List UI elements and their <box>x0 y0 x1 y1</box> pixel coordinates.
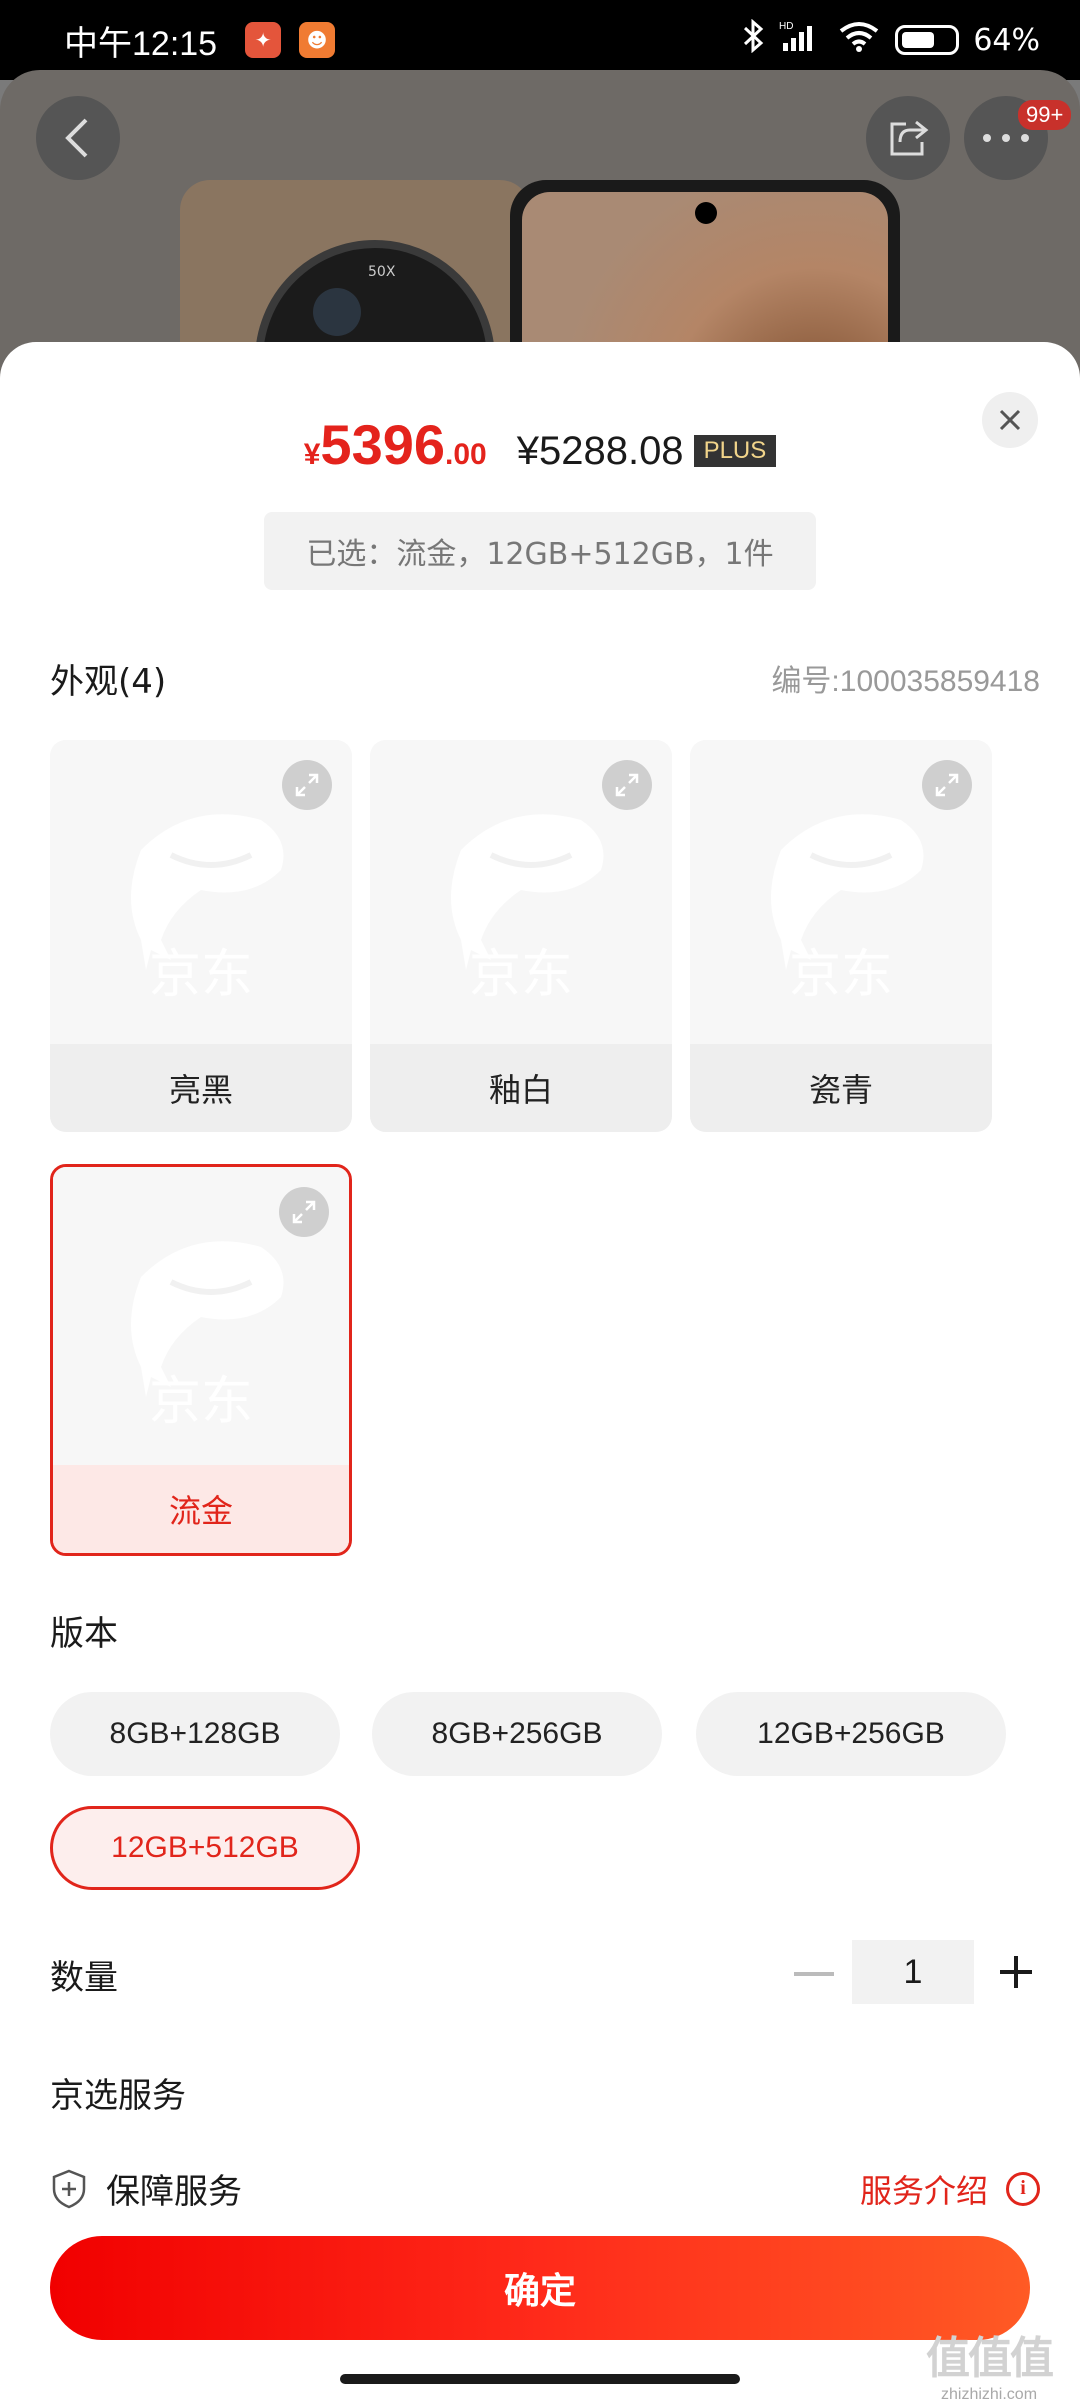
price-currency-symbol: ¥ <box>303 438 321 471</box>
more-dots-icon <box>983 134 1029 142</box>
battery-fill <box>902 32 935 48</box>
bluetooth-icon <box>743 18 765 61</box>
version-option-8-256[interactable]: 8GB+256GB <box>372 1692 662 1776</box>
svg-text:HD: HD <box>779 21 793 32</box>
plus-member-price: ¥5288.08 <box>516 429 684 473</box>
color-option-white[interactable]: 京东 釉白 <box>370 740 672 1132</box>
jd-services-title: 京选服务 <box>50 2076 186 2116</box>
quantity-increase-button[interactable] <box>996 1952 1036 1992</box>
color-option-black[interactable]: 京东 亮黑 <box>50 740 352 1132</box>
color-option-label: 亮黑 <box>50 1044 352 1132</box>
site-watermark-logo: 值值值 <box>926 2334 1054 2383</box>
jd-watermark-text: 京东 <box>789 945 893 1000</box>
message-count-badge: 99+ <box>1018 100 1072 130</box>
camera-zoom-label: 50X <box>368 264 396 280</box>
quantity-decrease-button[interactable] <box>794 1972 834 1976</box>
expand-image-button[interactable] <box>922 760 972 810</box>
expand-icon <box>292 1200 316 1224</box>
color-option-image: 京东 <box>53 1167 349 1471</box>
protection-service-label: 保障服务 <box>106 2172 242 2212</box>
signal-icon: HD <box>779 19 823 61</box>
quantity-title: 数量 <box>50 1958 118 1998</box>
status-time: 中午12:15 <box>64 24 218 63</box>
expand-image-button[interactable] <box>282 760 332 810</box>
jd-watermark-text: 京东 <box>149 945 253 1000</box>
price-decimal: .00 <box>445 438 487 471</box>
home-indicator[interactable] <box>340 2374 740 2384</box>
version-title: 版本 <box>50 1614 118 1654</box>
back-button[interactable] <box>36 96 120 180</box>
back-arrow-icon <box>65 118 88 158</box>
expand-icon <box>935 773 959 797</box>
info-icon: i <box>1006 2171 1040 2206</box>
current-price: ¥5396.00 <box>304 412 487 477</box>
version-option-12-256[interactable]: 12GB+256GB <box>696 1692 1006 1776</box>
protection-service-row[interactable]: 保障服务 服务介绍 i <box>50 2164 1040 2213</box>
plus-tag: PLUS <box>693 435 777 467</box>
jd-dog-watermark-icon: 京东 <box>771 814 924 1000</box>
color-option-image: 京东 <box>50 740 352 1044</box>
color-option-label: 釉白 <box>370 1044 672 1132</box>
price-row: ¥5396.00 ¥5288.08 PLUS <box>0 412 1080 477</box>
expand-icon <box>295 773 319 797</box>
shield-icon <box>52 2169 86 2208</box>
notification-app-icon: ☻ <box>299 22 336 58</box>
front-camera-punch <box>695 202 717 224</box>
quantity-value[interactable]: 1 <box>852 1940 974 2004</box>
camera-lens <box>313 288 361 336</box>
battery-icon <box>895 25 960 55</box>
jd-dog-watermark-icon: 京东 <box>131 814 284 1000</box>
share-icon <box>890 120 929 156</box>
weibo-app-icon: ✦ <box>245 22 282 58</box>
site-watermark-url: zhizhizhi.com <box>940 2386 1038 2400</box>
wifi-icon <box>837 19 881 61</box>
color-option-cyan[interactable]: 京东 瓷青 <box>690 740 992 1132</box>
jd-dog-watermark-icon: 京东 <box>131 1241 284 1427</box>
appearance-title: 外观(4) <box>50 662 167 702</box>
selected-summary: 已选：流金，12GB+512GB，1件 <box>264 512 816 590</box>
sku-number: 编号:100035859418 <box>771 665 1040 698</box>
version-option-12-512-selected[interactable]: 12GB+512GB <box>50 1806 360 1890</box>
service-intro-label: 服务介绍 <box>859 2171 988 2210</box>
battery-percent: 64% <box>973 22 1040 58</box>
confirm-button[interactable]: 确定 <box>50 2236 1030 2340</box>
version-option-8-128[interactable]: 8GB+128GB <box>50 1692 340 1776</box>
expand-image-button[interactable] <box>602 760 652 810</box>
status-icons: HD 64% <box>743 18 1040 61</box>
share-button[interactable] <box>866 96 950 180</box>
site-watermark: 值值值 zhizhizhi.com <box>926 2322 1054 2400</box>
color-option-image: 京东 <box>690 740 992 1044</box>
color-option-label: 流金 <box>53 1465 349 1553</box>
jd-watermark-text: 京东 <box>469 945 573 1000</box>
plus-icon <box>1000 1956 1032 1988</box>
status-bar: 中午12:15 ✦ ☻ HD 64% <box>0 0 1080 80</box>
jd-watermark-text: 京东 <box>149 1372 253 1427</box>
service-intro-link[interactable]: 服务介绍 i <box>860 2166 1040 2212</box>
expand-icon <box>615 773 639 797</box>
color-option-gold-selected[interactable]: 京东 流金 <box>50 1164 352 1556</box>
color-option-label: 瓷青 <box>690 1044 992 1132</box>
jd-dog-watermark-icon: 京东 <box>451 814 604 1000</box>
color-option-image: 京东 <box>370 740 672 1044</box>
expand-image-button[interactable] <box>279 1187 329 1237</box>
price-integer: 5396 <box>320 413 445 476</box>
